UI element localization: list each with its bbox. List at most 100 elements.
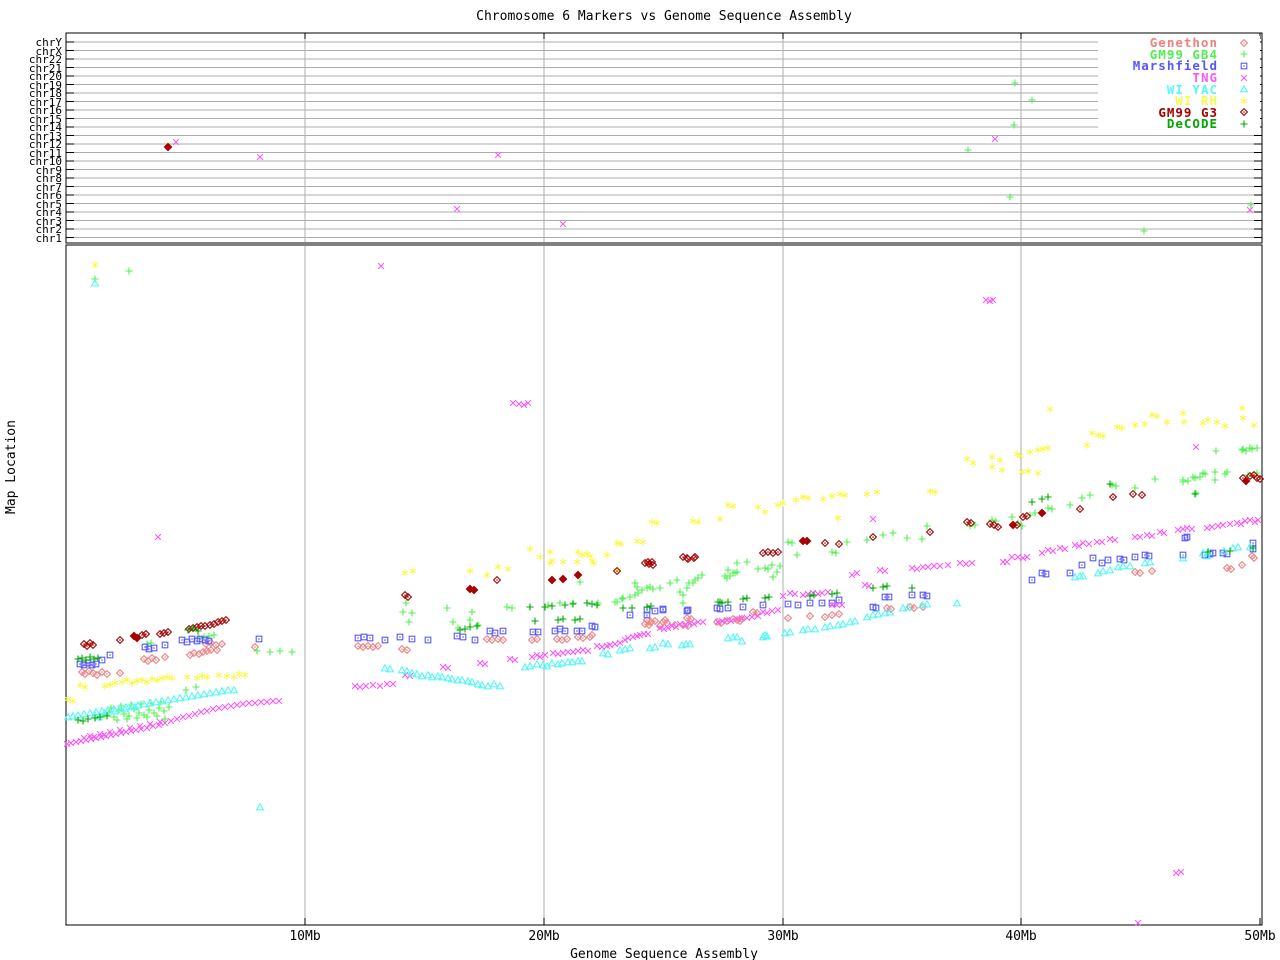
marker: [450, 619, 457, 626]
marker: [1235, 544, 1242, 550]
marker: [820, 495, 826, 502]
marker: [1112, 537, 1118, 543]
marker: [622, 637, 628, 643]
marker: [454, 206, 460, 212]
marker: [549, 660, 556, 666]
marker: [144, 725, 150, 731]
marker: [1076, 543, 1082, 549]
marker: [460, 634, 466, 640]
marker: [870, 534, 877, 541]
marker: [1079, 562, 1085, 568]
legend-symbol-diamond-dot: [1218, 38, 1258, 48]
marker: [410, 567, 416, 574]
marker: [1107, 536, 1113, 542]
marker: [829, 591, 836, 598]
marker: [815, 591, 821, 597]
marker: [425, 637, 431, 643]
marker: [620, 605, 627, 612]
marker: [667, 580, 674, 587]
x-axis-label: Genome Sequence Assembly: [66, 947, 1262, 960]
marker: [1175, 527, 1181, 533]
marker: [126, 268, 133, 275]
marker: [945, 562, 951, 568]
marker: [909, 565, 915, 571]
marker: [254, 648, 261, 655]
marker: [800, 592, 806, 598]
marker: [836, 541, 843, 548]
marker: [1087, 492, 1094, 499]
marker: [1227, 521, 1233, 527]
marker: [762, 508, 768, 515]
marker: [717, 515, 723, 522]
marker: [570, 601, 577, 608]
marker: [787, 629, 794, 635]
marker: [877, 567, 883, 573]
marker: [744, 559, 751, 566]
series-tng: [64, 136, 1261, 926]
marker: [73, 739, 79, 745]
marker: [537, 654, 543, 660]
marker: [267, 649, 274, 656]
marker: [819, 600, 825, 606]
marker: [222, 704, 228, 710]
marker: [1214, 418, 1220, 425]
marker: [505, 565, 511, 572]
marker: [604, 551, 610, 558]
marker: [560, 616, 567, 623]
marker: [559, 575, 566, 582]
marker: [1238, 521, 1244, 527]
marker: [1242, 518, 1248, 524]
marker: [1015, 554, 1021, 560]
marker: [95, 655, 102, 662]
marker: [774, 569, 781, 576]
marker: [1045, 505, 1052, 512]
marker: [155, 534, 161, 540]
marker: [1139, 492, 1146, 499]
marker: [555, 617, 562, 624]
marker: [257, 804, 264, 810]
marker: [355, 635, 361, 641]
marker: [402, 569, 408, 576]
marker: [1142, 420, 1148, 427]
marker: [674, 577, 681, 584]
marker: [1157, 529, 1163, 535]
marker: [469, 609, 476, 616]
marker: [1067, 570, 1073, 576]
marker: [725, 599, 732, 606]
marker: [150, 723, 156, 729]
marker: [1047, 405, 1053, 412]
marker: [1192, 491, 1199, 498]
marker: [382, 637, 388, 643]
marker: [162, 642, 168, 648]
marker: [574, 571, 581, 578]
marker: [210, 706, 216, 712]
marker: [789, 540, 796, 547]
marker: [1009, 554, 1015, 560]
marker: [827, 623, 834, 629]
marker: [117, 637, 124, 644]
marker: [527, 545, 533, 552]
marker: [1181, 418, 1187, 425]
marker: [1239, 562, 1246, 569]
marker: [927, 529, 934, 536]
marker: [755, 566, 762, 573]
marker: [1255, 517, 1261, 523]
marker: [1212, 469, 1219, 476]
marker: [634, 537, 640, 544]
marker: [1132, 534, 1138, 540]
marker: [728, 618, 734, 624]
marker: [849, 572, 855, 578]
marker: [236, 670, 242, 677]
x-tick-label-50Mb: 50Mb: [1228, 929, 1280, 944]
marker: [925, 564, 931, 570]
marker: [289, 649, 296, 656]
series-genethon: [79, 553, 1258, 679]
marker: [570, 649, 576, 655]
marker: [246, 700, 252, 706]
marker: [920, 564, 926, 570]
marker: [107, 652, 113, 658]
marker: [1099, 560, 1105, 566]
marker: [890, 530, 897, 537]
marker: [507, 656, 513, 662]
marker: [787, 590, 793, 596]
